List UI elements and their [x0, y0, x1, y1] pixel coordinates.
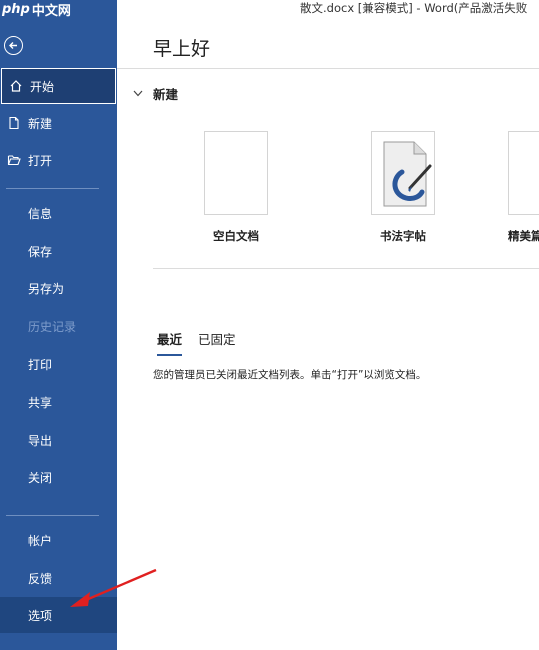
template-calligraphy[interactable]: 书法字帖 — [371, 131, 435, 244]
page-title: 早上好 — [153, 38, 211, 60]
sidebar-item-label: 关闭 — [28, 470, 53, 485]
tab-recent[interactable]: 最近 — [157, 329, 183, 356]
sidebar-item-history: 历史记录 — [0, 308, 117, 344]
home-icon — [9, 79, 23, 93]
header-divider — [117, 68, 539, 69]
template-blank-document[interactable]: 空白文档 — [204, 131, 268, 244]
sidebar-divider — [6, 188, 99, 189]
template-label: 空白文档 — [213, 229, 259, 243]
sidebar-item-label: 帐户 — [28, 533, 53, 548]
template-label: 书法字帖 — [380, 229, 426, 243]
sidebar-item-info[interactable]: 信息 — [0, 195, 117, 231]
template-label: 精美篇 — [508, 229, 539, 243]
sidebar-item-export[interactable]: 导出 — [0, 422, 117, 458]
sidebar-item-print[interactable]: 打印 — [0, 346, 117, 382]
template-thumbnail — [371, 131, 435, 215]
sidebar-item-account[interactable]: 帐户 — [0, 522, 117, 558]
calligraphy-brush-icon — [383, 141, 432, 207]
sidebar-item-label: 信息 — [28, 206, 53, 221]
back-arrow-icon — [9, 42, 17, 49]
sidebar-item-save[interactable]: 保存 — [0, 233, 117, 269]
backstage-sidebar: php 中文网 开始 新建 打开 信息 保存 另存为 历史记录 打印 共享 导出… — [0, 0, 117, 650]
brand-watermark: php 中文网 — [2, 0, 71, 19]
sidebar-item-label: 另存为 — [28, 281, 65, 296]
sidebar-item-label: 反馈 — [28, 571, 53, 586]
tab-pinned[interactable]: 已固定 — [198, 329, 236, 356]
open-folder-icon — [7, 153, 21, 167]
window-title: 散文.docx [兼容模式] - Word(产品激活失败 — [300, 1, 528, 15]
sidebar-item-label: 导出 — [28, 433, 53, 448]
sidebar-item-home[interactable]: 开始 — [1, 68, 116, 104]
template-fancy[interactable]: 精美篇 — [508, 131, 539, 244]
sidebar-item-new[interactable]: 新建 — [0, 105, 117, 141]
sidebar-item-label: 新建 — [28, 116, 53, 131]
new-document-icon — [7, 116, 21, 130]
sidebar-item-save-as[interactable]: 另存为 — [0, 270, 117, 306]
section-divider — [153, 268, 539, 269]
sidebar-item-share[interactable]: 共享 — [0, 384, 117, 420]
sidebar-item-open[interactable]: 打开 — [0, 142, 117, 178]
recent-disabled-notice: 您的管理员已关闭最近文档列表。单击“打开”以浏览文档。 — [153, 369, 427, 381]
sidebar-item-feedback[interactable]: 反馈 — [0, 560, 117, 596]
sidebar-item-label: 打印 — [28, 357, 53, 372]
back-button[interactable] — [4, 36, 23, 55]
sidebar-item-close[interactable]: 关闭 — [0, 459, 117, 495]
recent-tabs: 最近 已固定 — [157, 329, 252, 356]
brand-php: php — [2, 1, 30, 17]
sidebar-item-options[interactable]: 选项 — [0, 597, 117, 633]
template-thumbnail — [508, 131, 539, 215]
sidebar-item-label: 保存 — [28, 244, 53, 259]
chevron-down-icon — [133, 90, 143, 97]
sidebar-item-label: 历史记录 — [28, 319, 77, 334]
template-thumbnail — [204, 131, 268, 215]
new-section-title: 新建 — [153, 87, 179, 102]
new-section-toggle[interactable]: 新建 — [133, 84, 178, 103]
sidebar-item-label: 开始 — [30, 79, 55, 94]
sidebar-item-label: 选项 — [28, 608, 53, 623]
sidebar-item-label: 打开 — [28, 153, 53, 168]
brand-cn: 中文网 — [31, 3, 71, 19]
sidebar-item-label: 共享 — [28, 395, 53, 410]
sidebar-divider — [6, 515, 99, 516]
